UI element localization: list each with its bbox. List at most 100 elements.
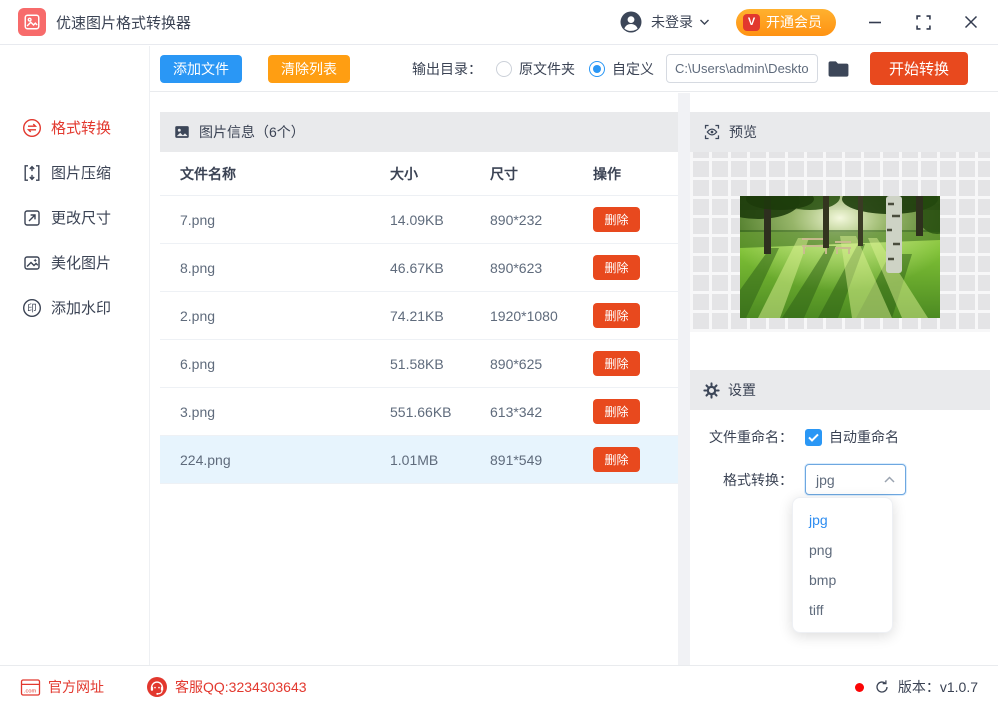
status-dot bbox=[854, 682, 864, 692]
beautify-icon bbox=[24, 255, 40, 270]
titlebar-right: 未登录 V 开通会员 bbox=[619, 8, 980, 36]
table-row[interactable]: 6.png 51.58KB 890*625 删除 bbox=[160, 340, 678, 388]
support-qq-link[interactable]: 客服QQ:3234303643 bbox=[146, 676, 307, 698]
version-area: 版本：v1.0.7 bbox=[854, 677, 978, 697]
file-panel-title: 图片信息（6个） bbox=[199, 124, 305, 140]
sidebar-item-beautify[interactable]: 美化图片 bbox=[0, 240, 149, 285]
file-panel: 图片信息（6个） 文件名称 大小 尺寸 操作 7.png 14.09KB 890… bbox=[160, 112, 678, 484]
sidebar-item-label: 图片压缩 bbox=[51, 165, 112, 182]
radio-source-folder[interactable] bbox=[495, 60, 512, 77]
preview-canvas bbox=[690, 152, 990, 332]
sidebar: 格式转换 图片压缩 更改尺寸 美化图片 印 添加水印 bbox=[0, 46, 150, 665]
format-label: 格式转换： bbox=[723, 471, 793, 488]
format-option[interactable]: png bbox=[793, 535, 892, 565]
format-select[interactable]: jpg bbox=[805, 464, 906, 495]
table-row[interactable]: 224.png 1.01MB 891*549 删除 bbox=[160, 436, 678, 484]
login-status[interactable]: 未登录 bbox=[651, 12, 693, 32]
radio-source-folder-label[interactable]: 原文件夹 bbox=[519, 59, 575, 79]
radio-custom-folder[interactable] bbox=[588, 60, 605, 77]
preview-image bbox=[740, 196, 940, 318]
chevron-down-icon[interactable] bbox=[699, 18, 710, 26]
support-qq-label: 客服QQ:3234303643 bbox=[175, 679, 307, 695]
browse-folder-icon[interactable] bbox=[827, 59, 850, 79]
file-size: 51.58KB bbox=[390, 355, 444, 372]
file-dims: 890*625 bbox=[490, 355, 543, 372]
watermark-icon: 印 bbox=[22, 298, 42, 317]
file-dims: 890*623 bbox=[490, 259, 543, 276]
file-size: 551.66KB bbox=[390, 403, 452, 420]
compress-icon bbox=[24, 164, 40, 181]
sidebar-item-watermark[interactable]: 印 添加水印 bbox=[0, 285, 149, 330]
minimize-button[interactable] bbox=[866, 13, 884, 31]
table-header: 文件名称 大小 尺寸 操作 bbox=[160, 152, 678, 196]
app-window: 优速图片格式转换器 未登录 V 开通会员 添加文件 清除列表 输出目录： 原文件… bbox=[0, 0, 998, 708]
file-panel-header: 图片信息（6个） bbox=[160, 112, 678, 152]
auto-rename-checkbox-label[interactable]: 自动重命名 bbox=[829, 427, 899, 447]
convert-icon bbox=[22, 118, 42, 137]
close-button[interactable] bbox=[962, 13, 980, 31]
file-size: 74.21KB bbox=[390, 307, 444, 324]
file-size: 1.01MB bbox=[390, 451, 439, 468]
radio-custom-folder-label[interactable]: 自定义 bbox=[612, 59, 654, 79]
sidebar-item-label: 更改尺寸 bbox=[51, 210, 112, 227]
delete-button[interactable]: 删除 bbox=[593, 399, 640, 424]
file-dims: 1920*1080 bbox=[490, 307, 558, 324]
file-size: 14.09KB bbox=[390, 211, 444, 228]
sidebar-item-resize[interactable]: 更改尺寸 bbox=[0, 195, 149, 240]
table-row[interactable]: 7.png 14.09KB 890*232 删除 bbox=[160, 196, 678, 244]
output-path-input[interactable]: C:\Users\admin\Deskto bbox=[665, 54, 818, 83]
auto-rename-checkbox[interactable] bbox=[805, 428, 822, 446]
file-table-body: 7.png 14.09KB 890*232 删除 8.png 46.67KB 8… bbox=[160, 196, 678, 484]
format-dropdown: jpg png bmp tiff bbox=[792, 497, 893, 633]
add-files-button[interactable]: 添加文件 bbox=[160, 54, 242, 83]
preview-eye-icon bbox=[704, 124, 720, 140]
refresh-icon[interactable] bbox=[874, 679, 890, 695]
sidebar-item-format-convert[interactable]: 格式转换 bbox=[0, 105, 149, 150]
table-row[interactable]: 3.png 551.66KB 613*342 删除 bbox=[160, 388, 678, 436]
delete-button[interactable]: 删除 bbox=[593, 207, 640, 232]
open-vip-button[interactable]: V 开通会员 bbox=[736, 8, 836, 36]
start-convert-button[interactable]: 开始转换 bbox=[869, 52, 968, 85]
col-size: 大小 bbox=[390, 165, 418, 182]
format-option[interactable]: jpg bbox=[793, 505, 892, 535]
official-website-link[interactable]: .com 官方网址 bbox=[20, 677, 104, 697]
clear-list-button[interactable]: 清除列表 bbox=[268, 54, 350, 83]
vip-label: 开通会员 bbox=[766, 14, 822, 30]
format-option[interactable]: bmp bbox=[793, 565, 892, 595]
file-size: 46.67KB bbox=[390, 259, 444, 276]
delete-button[interactable]: 删除 bbox=[593, 351, 640, 376]
delete-button[interactable]: 删除 bbox=[593, 303, 640, 328]
image-info-icon bbox=[175, 126, 189, 138]
delete-button[interactable]: 删除 bbox=[593, 447, 640, 472]
delete-button[interactable]: 删除 bbox=[593, 255, 640, 280]
sidebar-item-label: 添加水印 bbox=[51, 300, 112, 317]
table-row[interactable]: 8.png 46.67KB 890*623 删除 bbox=[160, 244, 678, 292]
format-option[interactable]: tiff bbox=[793, 595, 892, 625]
app-title: 优速图片格式转换器 bbox=[56, 14, 192, 32]
file-name: 7.png bbox=[180, 211, 216, 228]
official-website-label: 官方网址 bbox=[48, 679, 104, 695]
col-dims: 尺寸 bbox=[490, 165, 518, 182]
file-dims: 891*549 bbox=[490, 451, 543, 468]
col-action: 操作 bbox=[593, 165, 621, 182]
resize-icon bbox=[24, 209, 40, 226]
svg-text:印: 印 bbox=[27, 302, 37, 314]
customer-service-icon bbox=[147, 677, 167, 697]
output-dir-label: 输出目录： bbox=[411, 60, 482, 77]
maximize-button[interactable] bbox=[914, 13, 932, 31]
file-name: 3.png bbox=[180, 403, 216, 420]
settings-title: 设置 bbox=[728, 382, 756, 398]
avatar-icon bbox=[620, 11, 642, 33]
format-setting-row: 格式转换： jpg bbox=[703, 464, 990, 495]
right-panel: 预览 设置 文件重命名： 自动重命名 格式转换： jpg jpg png bmp… bbox=[690, 112, 990, 633]
file-name: 8.png bbox=[180, 259, 216, 276]
svg-text:.com: .com bbox=[24, 688, 36, 694]
table-row[interactable]: 2.png 74.21KB 1920*1080 删除 bbox=[160, 292, 678, 340]
vip-badge-icon: V bbox=[743, 13, 760, 31]
app-logo-icon bbox=[18, 8, 46, 36]
output-dir-group: 输出目录： 原文件夹 自定义 C:\Users\admin\Deskto 开始转… bbox=[412, 52, 968, 85]
sidebar-item-image-compress[interactable]: 图片压缩 bbox=[0, 150, 149, 195]
col-filename: 文件名称 bbox=[180, 165, 236, 182]
website-com-icon: .com bbox=[20, 678, 41, 696]
format-select-value: jpg bbox=[816, 471, 835, 488]
